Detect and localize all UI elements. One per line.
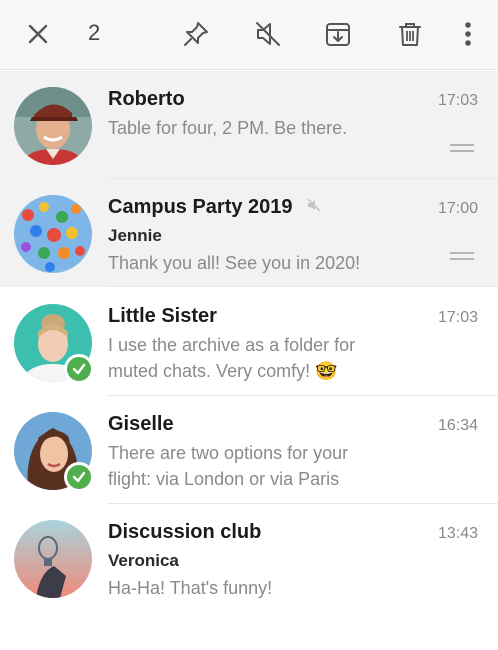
chat-name-text: Campus Party 2019 xyxy=(108,196,293,218)
chat-time: 17:00 xyxy=(437,200,478,217)
check-icon xyxy=(64,354,94,384)
pin-icon[interactable] xyxy=(176,14,216,54)
chat-message: Thank you all! See you in 2020! xyxy=(108,253,361,273)
chat-message: Table for four, 2 PM. Be there. xyxy=(108,118,348,138)
chat-name: Giselle xyxy=(108,413,174,435)
close-icon[interactable] xyxy=(18,14,58,54)
chat-sender: Jennie xyxy=(108,226,162,245)
chat-time: 13:43 xyxy=(437,525,478,542)
avatar xyxy=(14,87,92,165)
muted-icon xyxy=(306,196,322,219)
chat-message-line2: flight: via London or via Paris xyxy=(108,469,340,489)
chat-item-giselle[interactable]: Giselle 16:34 There are two options for … xyxy=(0,396,498,504)
pinned-icon xyxy=(450,252,474,262)
chat-name: Little Sister xyxy=(108,305,217,327)
chat-message-line1: There are two options for your xyxy=(108,443,349,463)
selected-count: 2 xyxy=(88,20,101,45)
check-icon xyxy=(64,462,94,492)
chat-time: 17:03 xyxy=(437,92,478,109)
chat-item-discussion-club[interactable]: Discussion club 13:43 Veronica Ha-Ha! Th… xyxy=(0,504,498,612)
pinned-icon xyxy=(450,144,474,154)
selection-toolbar: 2 xyxy=(0,0,498,70)
chat-time: 17:03 xyxy=(437,309,478,326)
more-icon[interactable] xyxy=(448,14,488,54)
avatar xyxy=(14,520,92,598)
avatar xyxy=(14,195,92,273)
chat-message: Ha-Ha! That's funny! xyxy=(108,578,273,598)
divider xyxy=(108,286,498,287)
delete-icon[interactable] xyxy=(390,14,430,54)
chat-name: Discussion club xyxy=(108,521,262,543)
chat-item-little-sister[interactable]: Little Sister 17:03 I use the archive as… xyxy=(0,288,498,396)
archive-icon[interactable] xyxy=(318,14,358,54)
mute-icon[interactable] xyxy=(248,14,288,54)
chat-item-campus-party[interactable]: Campus Party 2019 17:00 Jennie Thank you… xyxy=(0,179,498,287)
chat-message-line2: muted chats. Very comfy! 🤓 xyxy=(108,361,338,381)
chat-time: 16:34 xyxy=(437,417,478,434)
chat-name: Campus Party 2019 xyxy=(108,196,322,219)
chat-message-line1: I use the archive as a folder for xyxy=(108,335,356,355)
chat-sender: Veronica xyxy=(108,551,179,570)
chat-name: Roberto xyxy=(108,88,185,110)
chat-item-roberto[interactable]: Roberto 17:03 Table for four, 2 PM. Be t… xyxy=(0,71,498,179)
